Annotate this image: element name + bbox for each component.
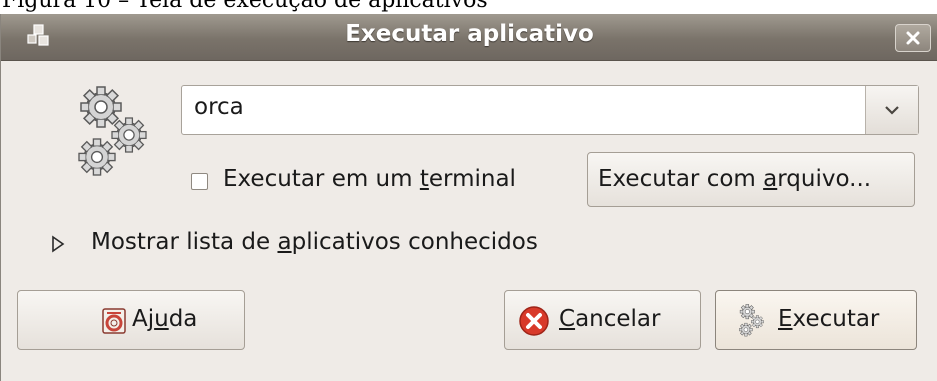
run-in-terminal-checkbox[interactable]	[191, 173, 208, 190]
run-application-dialog: Executar aplicativo orca Executar em um …	[0, 14, 937, 381]
run-button-label: Executar	[778, 306, 880, 332]
gears-icon	[739, 304, 764, 337]
run-with-file-button[interactable]: Executar com arquivo...	[587, 152, 915, 207]
help-button-label: Ajuda	[132, 306, 198, 332]
cancel-button-label: Cancelar	[559, 306, 661, 332]
title-bar[interactable]: Executar aplicativo	[1, 14, 937, 61]
combo-dropdown-button[interactable]	[865, 86, 918, 134]
help-icon	[102, 308, 126, 334]
cancel-button[interactable]: Cancelar	[504, 290, 701, 350]
cancel-icon	[519, 306, 549, 336]
close-icon	[906, 31, 920, 45]
command-combobox[interactable]: orca	[181, 85, 919, 135]
expander-arrow-icon	[52, 235, 65, 253]
run-in-terminal-label[interactable]: Executar em um terminal	[223, 166, 516, 192]
gears-icon	[78, 86, 147, 176]
dialog-title: Executar aplicativo	[345, 21, 594, 47]
figure-caption: Figura 10 – Tela de execução de aplicati…	[2, 0, 488, 13]
show-known-apps-label: Mostrar lista de aplicativos conhecidos	[91, 229, 538, 255]
command-input[interactable]: orca	[194, 94, 244, 120]
help-button[interactable]: Ajuda	[17, 290, 245, 350]
run-with-file-label: Executar com arquivo...	[598, 166, 872, 192]
close-button[interactable]	[895, 24, 931, 52]
chevron-down-icon	[885, 106, 899, 115]
run-button[interactable]: Executar	[715, 290, 917, 350]
